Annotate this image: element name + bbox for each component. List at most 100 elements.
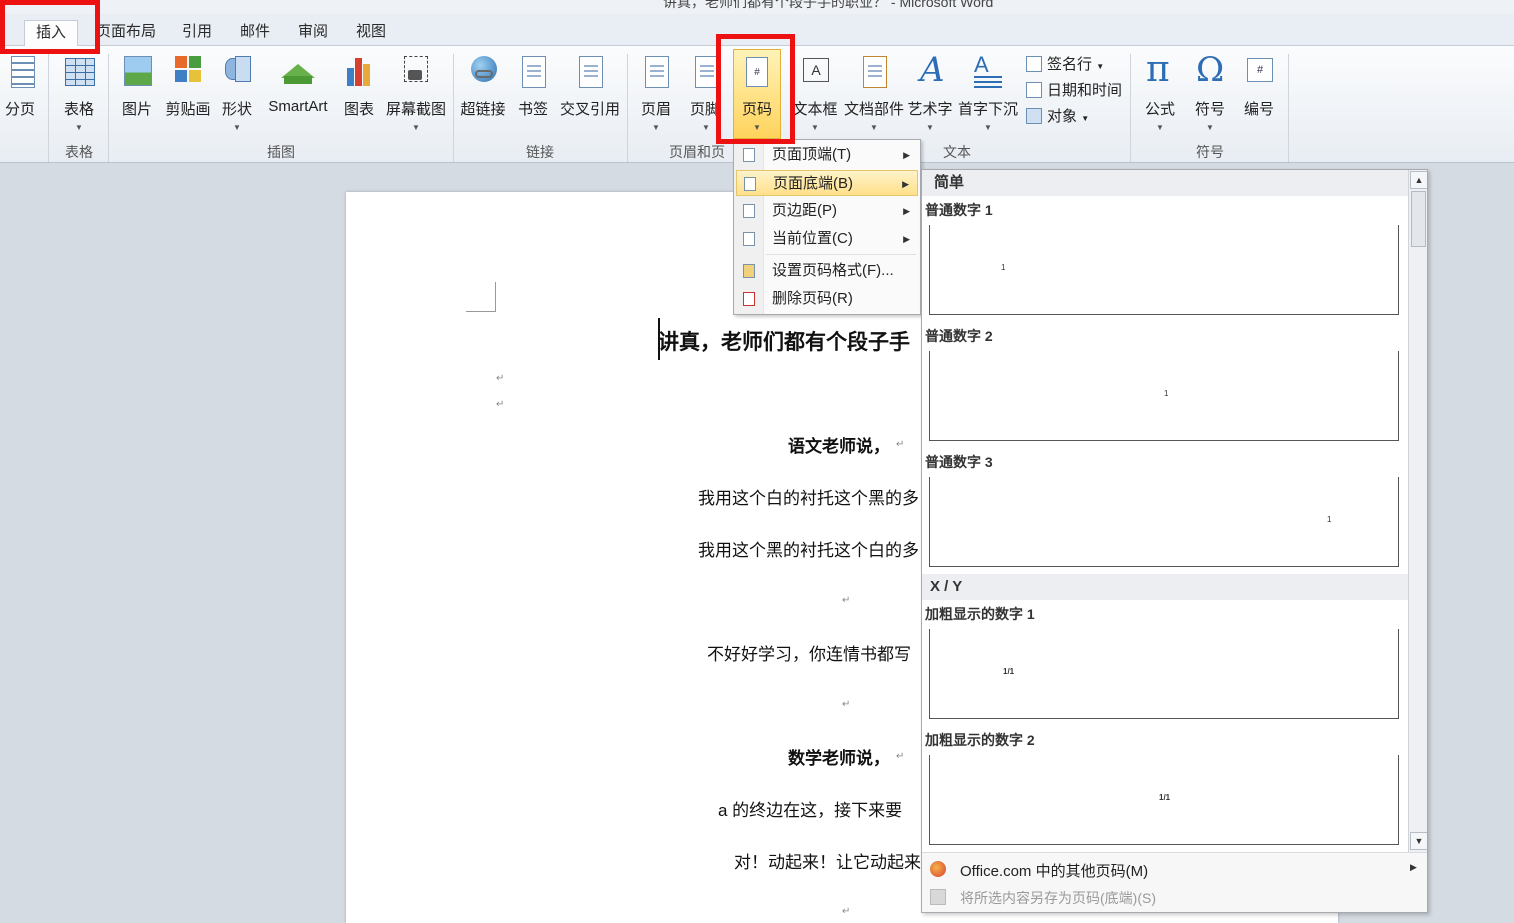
wordart-button[interactable]: A 艺术字 ▼ [906, 52, 954, 138]
submenu-arrow-icon: ▶ [903, 150, 910, 160]
pi-icon: π [1146, 49, 1170, 90]
group-separator [453, 54, 454, 162]
page-number-sample: 1/1 [1003, 667, 1015, 676]
gallery-item-label: 加粗显示的数字 1 [925, 606, 1035, 622]
highlight-page-number-button [716, 34, 795, 144]
page-number-sample: 1/1 [1159, 793, 1171, 802]
page-number-gallery: 简单 普通数字 1 1 普通数字 2 1 普通数字 3 1 X / Y 加粗显示… [921, 169, 1428, 913]
gallery-item-bold-number-1[interactable]: 1/1 [929, 629, 1399, 719]
tab-page-layout[interactable]: 页面布局 [93, 20, 159, 46]
cross-reference-button[interactable]: 交叉引用 [558, 52, 622, 138]
menu-item-page-margins[interactable]: 页边距(P) ▶ [736, 198, 918, 224]
signature-line-button[interactable]: 签名行 ▼ [1026, 53, 1104, 75]
dropdown-arrow-icon: ▼ [1081, 114, 1090, 123]
tab-mailings[interactable]: 邮件 [234, 20, 276, 46]
page-number-menu: 页面顶端(T) ▶ 页面底端(B) ▶ 页边距(P) ▶ 当前位置(C) ▶ 设… [733, 139, 921, 315]
smartart-button[interactable]: SmartArt [262, 52, 334, 138]
chart-button[interactable]: 图表 [338, 52, 380, 138]
document-line: 对！动起来！让它动起来 [734, 853, 921, 872]
dropdown-arrow-icon: ▼ [75, 123, 83, 132]
gallery-section-xy: X / Y [922, 574, 1408, 600]
wordart-icon: A [920, 50, 945, 90]
dropdown-arrow-icon: ▼ [1206, 123, 1214, 132]
group-separator [1288, 54, 1289, 162]
paragraph-mark: ↵ [896, 439, 905, 450]
group-label-tables: 表格 [65, 144, 93, 160]
omega-icon: Ω [1196, 50, 1225, 90]
page-break-button[interactable]: 分页 [0, 52, 40, 138]
screenshot-button[interactable]: 屏幕截图 ▼ [384, 52, 448, 138]
dropdown-arrow-icon: ▼ [811, 123, 819, 132]
shapes-icon [221, 52, 253, 92]
menu-item-remove-page-numbers[interactable]: 删除页码(R) [736, 286, 918, 312]
dropdown-arrow-icon: ▼ [1156, 123, 1164, 132]
title-bar: 讲真，老师们都有个段子手的职业？ - Microsoft Word [0, 0, 1514, 14]
submenu-arrow-icon: ▶ [1410, 862, 1417, 872]
quick-parts-button[interactable]: 文档部件 ▼ [842, 52, 906, 138]
dropcap-button[interactable]: A 首字下沉 ▼ [956, 52, 1020, 138]
paragraph-mark: ↵ [496, 373, 505, 384]
scrollbar-thumb[interactable] [1411, 191, 1426, 247]
screenshot-icon [400, 52, 432, 92]
page-margins-icon [743, 204, 755, 218]
menu-item-top-of-page[interactable]: 页面顶端(T) ▶ [736, 142, 918, 168]
document-line: 不好好学习，你连情书都写 [707, 645, 911, 664]
textbox-button[interactable]: A 文本框 ▼ [792, 52, 838, 138]
document-line: a 的终边在这，接下来要 [718, 801, 903, 820]
page-break-icon [5, 52, 35, 92]
highlight-insert-tab [0, 0, 100, 54]
page-number-sample: 1 [1327, 515, 1332, 524]
paragraph-mark: ↵ [842, 699, 851, 710]
group-separator [108, 54, 109, 162]
clipart-button[interactable]: 剪贴画 [162, 52, 214, 138]
picture-button[interactable]: 图片 [116, 52, 158, 138]
gallery-item-label: 普通数字 1 [925, 202, 993, 218]
more-page-numbers-office-com[interactable]: Office.com 中的其他页码(M) [960, 860, 1148, 881]
group-separator [48, 54, 49, 162]
save-selection-icon [930, 889, 946, 905]
gallery-item-bold-number-2[interactable]: 1/1 [929, 755, 1399, 845]
page-top-icon [743, 148, 755, 162]
menu-item-current-position[interactable]: 当前位置(C) ▶ [736, 226, 918, 252]
group-label-text: 文本 [943, 144, 971, 160]
table-button[interactable]: 表格 ▼ [56, 52, 102, 138]
paragraph-mark: ↵ [842, 595, 851, 606]
textbox-icon: A [799, 52, 831, 92]
page-number-sample: 1 [1001, 263, 1006, 272]
globe-icon [467, 52, 499, 92]
dropdown-arrow-icon: ▼ [984, 123, 992, 132]
menu-item-bottom-of-page[interactable]: 页面底端(B) ▶ [736, 170, 918, 196]
margin-corner-mark [466, 282, 496, 312]
current-position-icon [743, 232, 755, 246]
tab-review[interactable]: 审阅 [292, 20, 334, 46]
shapes-button[interactable]: 形状 ▼ [216, 52, 258, 138]
gallery-item-label: 加粗显示的数字 2 [925, 732, 1035, 748]
object-button[interactable]: 对象 ▼ [1026, 105, 1089, 127]
bookmark-icon [517, 52, 549, 92]
dropdown-arrow-icon: ▼ [233, 123, 241, 132]
submenu-arrow-icon: ▶ [903, 206, 910, 216]
gallery-item-plain-number-1[interactable]: 1 [929, 225, 1399, 315]
gallery-item-plain-number-3[interactable]: 1 [929, 477, 1399, 567]
gallery-scrollbar[interactable]: ▲ ▼ [1408, 170, 1427, 852]
tab-references[interactable]: 引用 [176, 20, 218, 46]
date-time-button[interactable]: 日期和时间 [1026, 79, 1122, 101]
object-icon [1026, 108, 1042, 124]
group-label-links: 链接 [526, 144, 554, 160]
gallery-item-plain-number-2[interactable]: 1 [929, 351, 1399, 441]
header-button[interactable]: 页眉 ▼ [634, 52, 678, 138]
dropdown-arrow-icon: ▼ [926, 123, 934, 132]
save-selection-to-gallery[interactable]: 将所选内容另存为页码(底端)(S) [960, 888, 1156, 908]
menu-item-format-page-numbers[interactable]: 设置页码格式(F)... [736, 258, 918, 284]
paragraph-mark: ↵ [842, 906, 851, 917]
scroll-down-icon[interactable]: ▼ [1410, 832, 1427, 850]
tab-view[interactable]: 视图 [350, 20, 392, 46]
cross-reference-icon [574, 52, 606, 92]
symbol-button[interactable]: Ω 符号 ▼ [1188, 50, 1232, 138]
gallery-item-label: 普通数字 2 [925, 328, 993, 344]
hyperlink-button[interactable]: 超链接 [458, 52, 508, 138]
number-button[interactable]: # 编号 [1238, 52, 1280, 138]
equation-button[interactable]: π 公式 ▼ [1138, 49, 1182, 138]
scroll-up-icon[interactable]: ▲ [1410, 171, 1427, 189]
bookmark-button[interactable]: 书签 [512, 52, 554, 138]
